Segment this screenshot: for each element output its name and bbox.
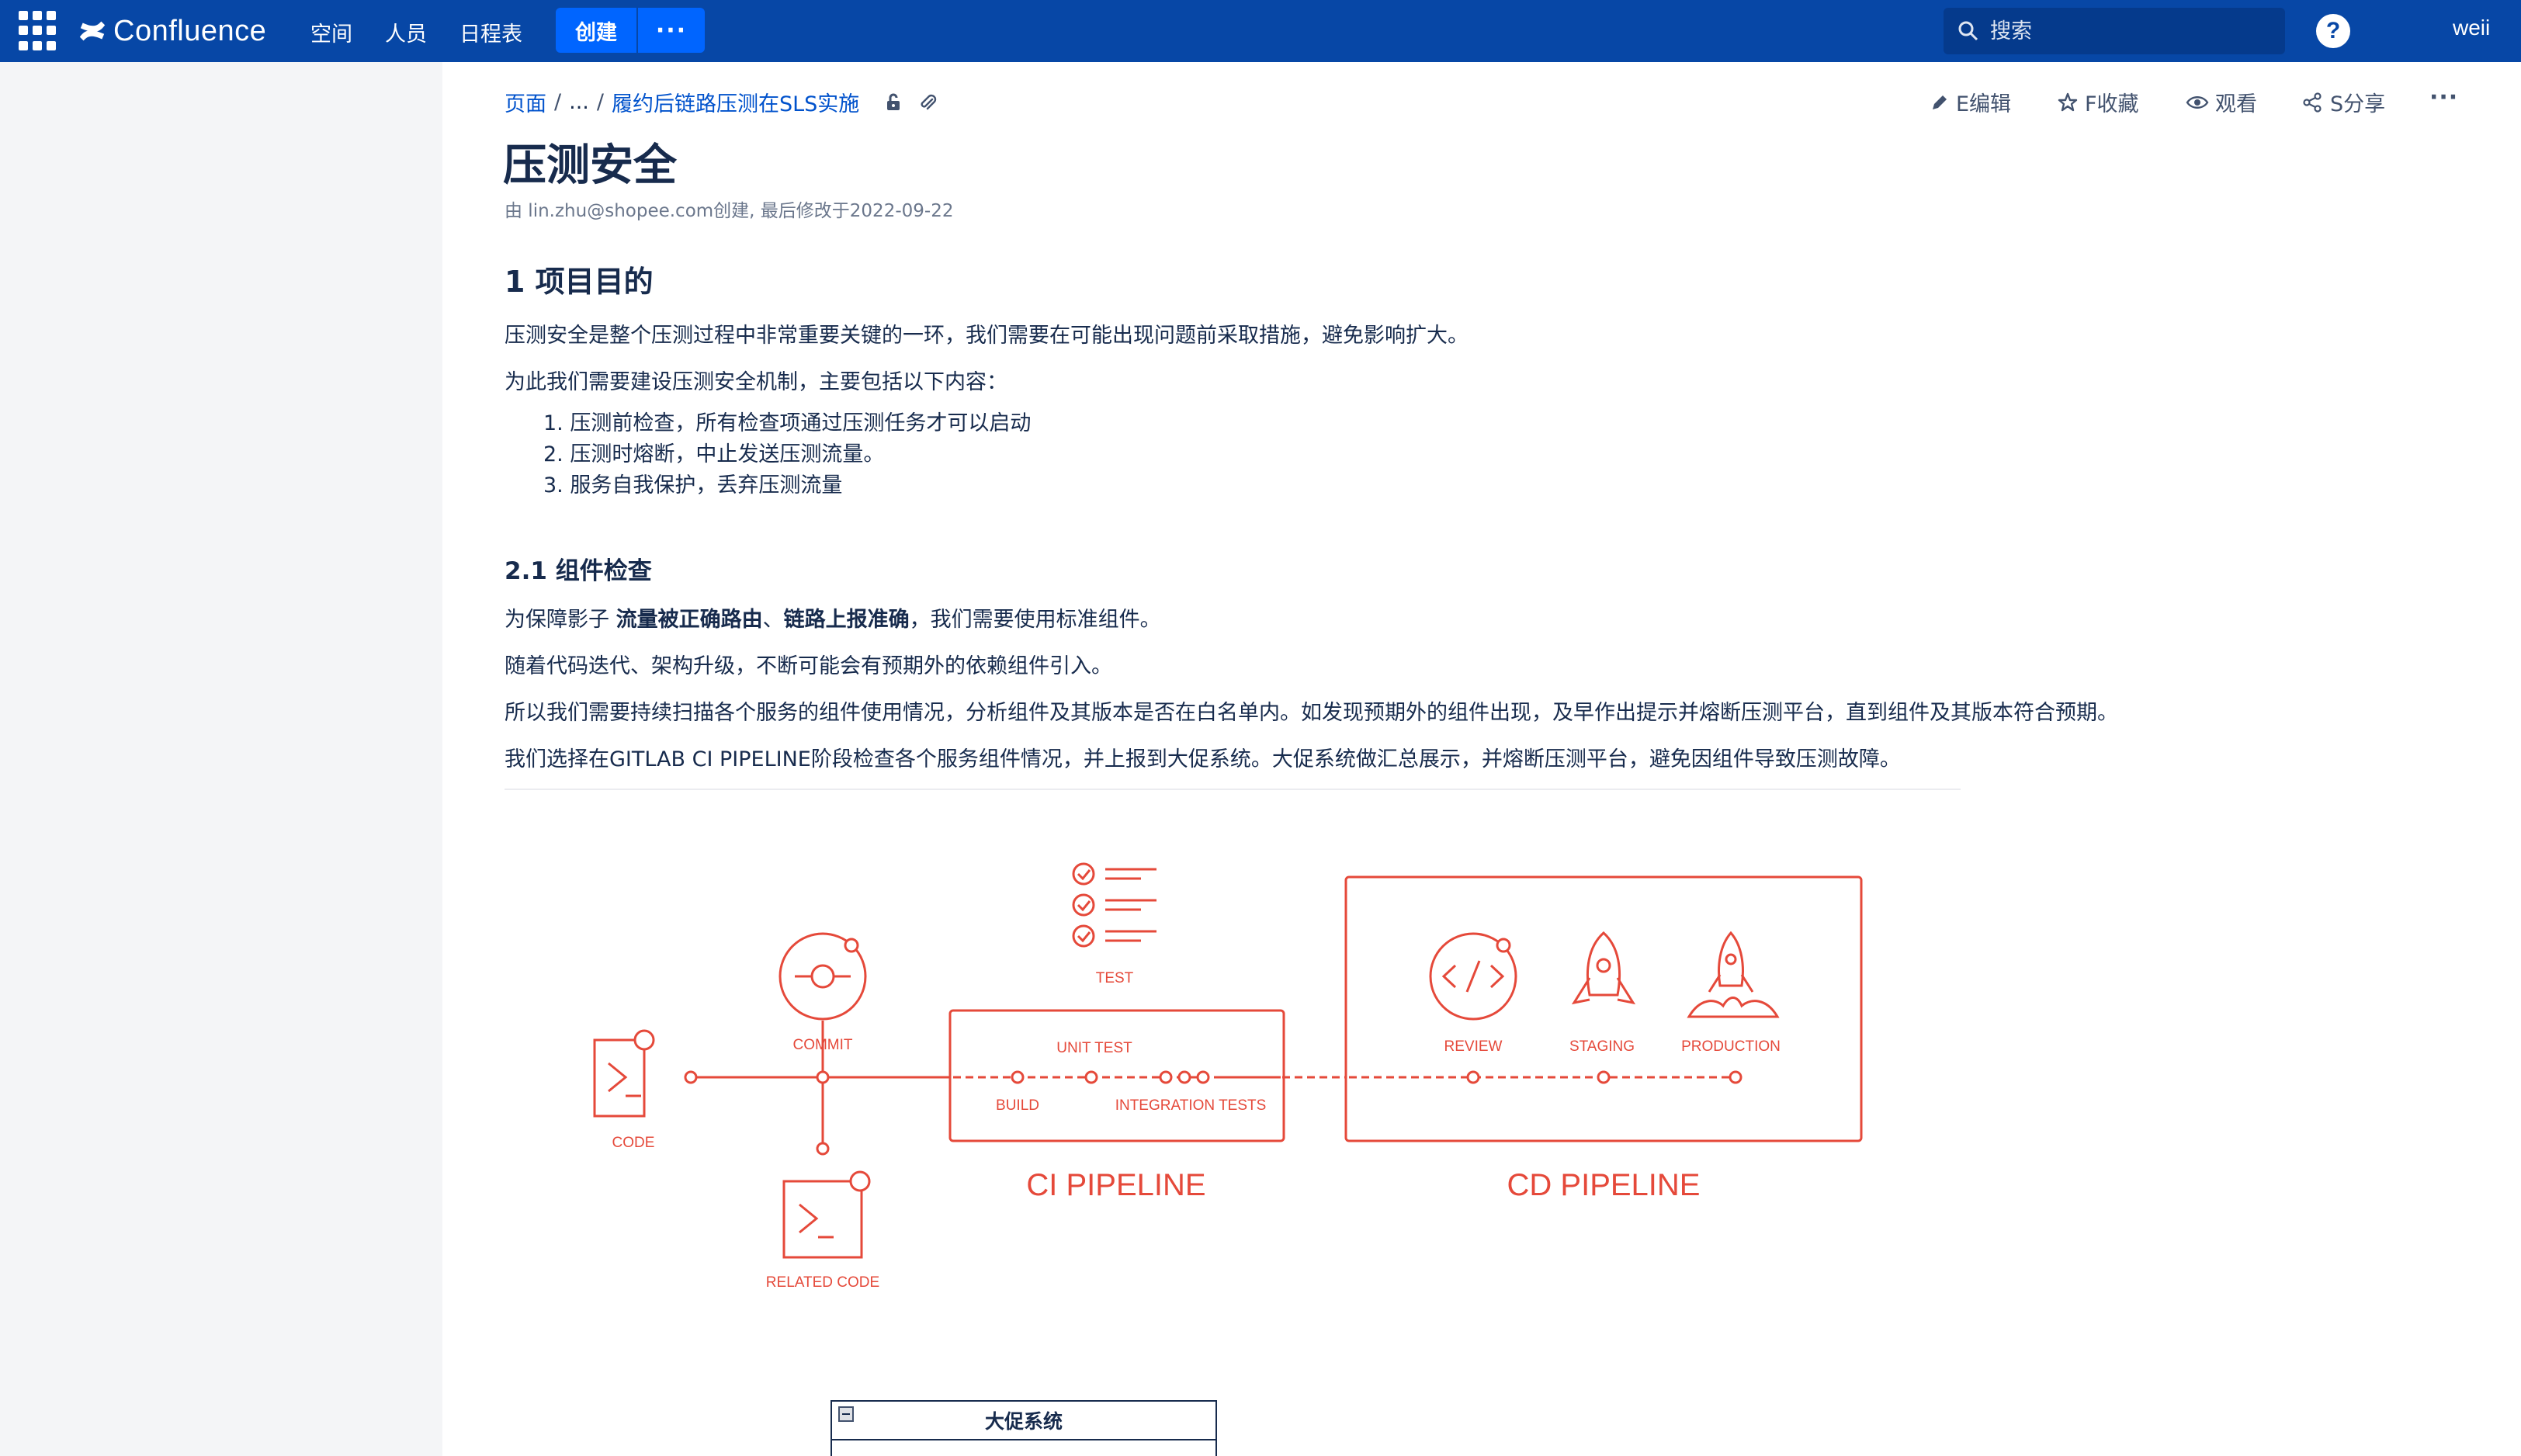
search-icon [1958, 21, 1978, 41]
paragraph: 为此我们需要建设压测安全机制，主要包括以下内容： [505, 370, 1007, 394]
diagram-label-commit: COMMIT [792, 1037, 852, 1053]
bold-text: 链路上报准确 [783, 608, 910, 632]
create-button[interactable]: 创建 [556, 8, 636, 53]
paragraph: 为保障影子 流量被正确路由、链路上报准确，我们需要使用标准组件。 [505, 602, 1161, 633]
content-divider [505, 789, 1961, 790]
page-metadata: 由 lin.zhu@shopee.com创建, 最后修改于2022-09-22 [505, 201, 954, 221]
favorite-button[interactable]: F收藏 [2057, 87, 2139, 117]
diagram-label-cd-pipeline: CD PIPELINE [1507, 1168, 1701, 1202]
app-switcher-icon[interactable] [19, 11, 61, 51]
promotion-system-table: 大促系统 [831, 1400, 1217, 1456]
nav-spaces[interactable]: 空间 [310, 17, 352, 47]
edit-label: E编辑 [1956, 92, 2012, 116]
diagram-label-build: BUILD [996, 1097, 1039, 1114]
share-icon [2303, 92, 2322, 113]
diagram-label-code: CODE [612, 1135, 655, 1151]
breadcrumb-separator: / [596, 90, 604, 114]
breadcrumb-parent[interactable]: 履约后链路压测在SLS实施 [612, 87, 859, 117]
table-title: 大促系统 [984, 1410, 1063, 1433]
text-run: 、 [762, 608, 784, 632]
list-item: 3. 服务自我保护，丢弃压测流量 [543, 473, 843, 497]
share-button[interactable]: S分享 [2302, 87, 2385, 117]
watch-label: 观看 [2215, 92, 2257, 116]
create-more-button[interactable]: ··· [638, 8, 705, 53]
breadcrumb-separator: / [554, 90, 562, 114]
paragraph: 我们选择在GITLAB CI PIPELINE阶段检查各个服务组件情况，并上报到… [505, 747, 1901, 771]
top-navigation-bar: Confluence 空间 人员 日程表 创建 ··· ? weii [0, 0, 2521, 62]
app-name: Confluence [113, 14, 267, 47]
share-label: S分享 [2330, 92, 2386, 116]
confluence-logo[interactable]: Confluence [78, 11, 266, 51]
breadcrumb: 页面 / ... / 履约后链路压测在SLS实施 [505, 87, 951, 117]
collapse-icon[interactable] [838, 1406, 854, 1422]
ordered-list: 1. 压测前检查，所有检查项通过压测任务才可以启动 2. 压测时熔断，中止发送压… [543, 408, 1031, 501]
edit-button[interactable]: E编辑 [1930, 87, 2011, 117]
diagram-label-related-code: RELATED CODE [766, 1274, 879, 1291]
diagram-label-integration-tests: INTEGRATION TESTS [1115, 1097, 1267, 1114]
nav-calendar[interactable]: 日程表 [459, 17, 522, 47]
diagram-label-review: REVIEW [1444, 1038, 1503, 1055]
diagram-label-unit-test: UNIT TEST [1056, 1040, 1132, 1056]
eye-icon [2186, 95, 2209, 109]
breadcrumb-pages[interactable]: 页面 [505, 87, 546, 117]
favorite-label: F收藏 [2085, 92, 2139, 116]
star-icon [2058, 92, 2078, 111]
paragraph: 随着代码迭代、架构升级，不断可能会有预期外的依赖组件引入。 [505, 654, 1112, 678]
unlock-icon[interactable] [883, 92, 904, 113]
confluence-logo-icon [79, 21, 106, 41]
user-menu[interactable]: weii [2453, 16, 2490, 40]
diagram-label-staging: STAGING [1569, 1038, 1635, 1055]
paragraph: 所以我们需要持续扫描各个服务的组件使用情况，分析组件及其版本是否在白名单内。如发… [505, 701, 2118, 725]
list-item: 1. 压测前检查，所有检查项通过压测任务才可以启动 [543, 411, 1032, 435]
text-run: ，我们需要使用标准组件。 [909, 608, 1161, 632]
nav-people[interactable]: 人员 [385, 17, 427, 47]
bold-text: 流量被正确路由 [616, 608, 763, 632]
table-header: 大促系统 [832, 1402, 1215, 1440]
diagram-label-test: TEST [1096, 970, 1134, 986]
help-icon[interactable]: ? [2316, 14, 2350, 48]
left-sidebar [0, 62, 442, 1456]
section-heading-component-check: 2.1 组件检查 [505, 557, 652, 585]
watch-button[interactable]: 观看 [2186, 87, 2257, 117]
list-item: 2. 压测时熔断，中止发送压测流量。 [543, 442, 885, 466]
page-title: 压测安全 [503, 140, 677, 191]
diagram-label-ci-pipeline: CI PIPELINE [1026, 1168, 1205, 1202]
search-box[interactable] [1944, 8, 2285, 54]
section-heading-purpose: 1 项目目的 [505, 265, 654, 299]
attachment-icon[interactable] [917, 92, 938, 113]
more-actions-button[interactable]: ··· [2429, 84, 2458, 111]
text-run: 为保障影子 [505, 608, 616, 632]
breadcrumb-ellipsis[interactable]: ... [569, 90, 589, 114]
ci-cd-pipeline-diagram: CODE COMMIT RELATED CODE TEST UNIT TEST … [593, 862, 1863, 1291]
search-input[interactable] [1990, 19, 2270, 43]
diagram-label-production: PRODUCTION [1681, 1038, 1781, 1055]
paragraph: 压测安全是整个压测过程中非常重要关键的一环，我们需要在可能出现问题前采取措施，避… [505, 324, 1469, 348]
pencil-icon [1933, 95, 1947, 109]
